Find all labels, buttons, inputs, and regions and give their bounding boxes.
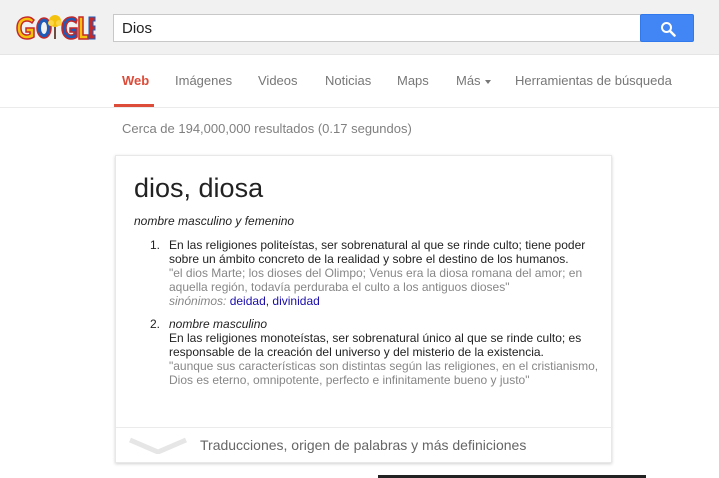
sense-definition: En las religiones politeístas, ser sobre… <box>169 238 586 266</box>
sense-example: "el dios Marte; los dioses del Olimpo; V… <box>169 266 583 294</box>
synonym-link[interactable]: deidad <box>230 294 266 308</box>
tab-images[interactable]: Imágenes <box>175 73 232 88</box>
more-definitions-row[interactable]: Traducciones, origen de palabras y más d… <box>116 427 613 463</box>
sense-definition: En las religiones monoteístas, ser sobre… <box>169 331 582 359</box>
tab-search-tools[interactable]: Herramientas de búsqueda <box>515 73 672 88</box>
chevron-down-icon <box>129 437 187 454</box>
tab-more[interactable]: Más <box>456 73 491 88</box>
part-of-speech: nombre masculino y femenino <box>134 214 295 228</box>
dictionary-card: dios, diosa nombre masculino y femenino … <box>115 155 613 463</box>
search-icon <box>661 22 676 37</box>
sense-number: 2. <box>150 317 161 331</box>
tab-web[interactable]: Web <box>122 73 149 88</box>
search-box[interactable] <box>113 14 641 42</box>
synonyms-row: sinónimos: deidad, divinidad <box>169 294 599 308</box>
google-doodle-logo[interactable] <box>14 11 96 45</box>
synonyms-label: sinónimos: <box>169 294 227 308</box>
caret-down-icon <box>484 79 491 84</box>
tab-videos[interactable]: Videos <box>258 73 298 88</box>
more-definitions-link[interactable]: Traducciones, origen de palabras y más d… <box>200 437 526 453</box>
search-button[interactable] <box>640 14 694 42</box>
dictionary-headword: dios, diosa <box>134 173 264 203</box>
search-input[interactable] <box>114 15 640 41</box>
result-stats: Cerca de 194,000,000 resultados (0.17 se… <box>122 121 412 136</box>
active-tab-underline <box>114 104 154 107</box>
sense-grammar: nombre masculino <box>169 317 268 331</box>
search-tabs: Web Imágenes Videos Noticias Maps Más He… <box>0 56 719 108</box>
top-bar <box>0 0 719 55</box>
sense-example: "aunque sus características son distinta… <box>169 359 599 387</box>
sense-number: 1. <box>150 238 161 252</box>
tab-news[interactable]: Noticias <box>325 73 371 88</box>
synonym-link[interactable]: divinidad <box>272 294 319 308</box>
tab-maps[interactable]: Maps <box>397 73 429 88</box>
tab-more-label: Más <box>456 73 481 88</box>
